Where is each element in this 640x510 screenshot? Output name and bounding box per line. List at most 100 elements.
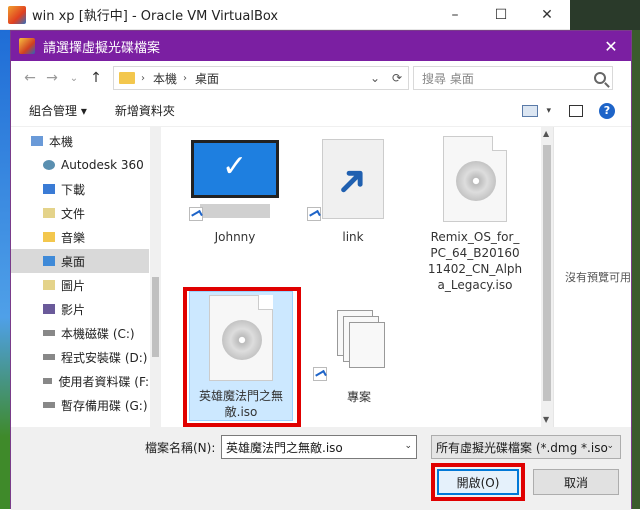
recent-locations-chevron-icon[interactable]: ⌄ (63, 67, 85, 89)
nav-item-downloads[interactable]: 下載 (11, 177, 149, 201)
address-dropdown-icon[interactable]: ⌄ (364, 67, 386, 89)
forward-arrow-icon[interactable]: → (41, 67, 63, 89)
nav-item-drive-g[interactable]: 暫存備用碟 (G:) (11, 393, 149, 417)
nav-item-documents[interactable]: 文件 (11, 201, 149, 225)
nav-item-label: 圖片 (61, 278, 86, 293)
shortcut-overlay-icon (189, 207, 203, 221)
nav-item-label: 使用者資料碟 (F: (58, 374, 149, 389)
up-arrow-icon[interactable]: ↑ (85, 67, 107, 89)
back-arrow-icon[interactable]: ← (19, 67, 41, 89)
no-preview-text: 沒有預覽可用 (565, 271, 631, 284)
nav-item-label: 文件 (61, 206, 86, 221)
view-mode-icon[interactable] (522, 104, 539, 117)
files-scrollbar-thumb[interactable] (543, 145, 551, 401)
shortcut-icon: ➜ (322, 139, 384, 219)
address-bar[interactable]: › 本機 › 桌面 ⌄ ⟳ (113, 66, 409, 90)
organize-menu[interactable]: 組合管理 ▾ (29, 102, 87, 119)
filetype-select[interactable]: 所有虛擬光碟檔案 (*.dmg *.iso ⌄ (431, 435, 621, 459)
shortcut-overlay-icon (307, 207, 321, 221)
folder-icon (119, 72, 135, 84)
refresh-icon[interactable]: ⟳ (386, 67, 408, 89)
file-item-project[interactable]: 專案 (307, 293, 411, 405)
nav-item-label: 桌面 (61, 254, 86, 269)
download-icon (43, 184, 55, 194)
open-file-dialog: 請選擇虛擬光碟檔案 ✕ ← → ⌄ ↑ › 本機 › 桌面 ⌄ ⟳ 搜尋 桌面 … (10, 30, 632, 510)
highlight-frame (431, 463, 525, 501)
search-input[interactable]: 搜尋 桌面 (413, 66, 613, 90)
filename-label: 檔案名稱(N): (145, 441, 216, 455)
nav-item-label: 音樂 (61, 230, 86, 245)
filename-dropdown-icon[interactable]: ⌄ (404, 441, 412, 451)
help-icon[interactable]: ? (599, 102, 615, 119)
nav-item-drive-d[interactable]: 程式安裝碟 (D:) (11, 345, 149, 369)
cancel-button-label: 取消 (563, 475, 588, 490)
close-button[interactable]: ✕ (524, 0, 570, 30)
nav-scrollbar-thumb[interactable] (152, 277, 159, 357)
cloud-icon (43, 160, 55, 170)
search-placeholder: 搜尋 桌面 (422, 71, 474, 86)
dialog-title: 請選擇虛擬光碟檔案 (43, 40, 161, 56)
nav-item-drive-c[interactable]: 本機磁碟 (C:) (11, 321, 149, 345)
filename-value: 英雄魔法門之無敵.iso (226, 440, 343, 455)
vbox-titlebar: win xp [執行中] - Oracle VM VirtualBox – ☐ … (0, 0, 640, 30)
nav-item-label: 本機 (49, 134, 74, 149)
minimize-button[interactable]: – (432, 0, 478, 30)
file-label: Johnny (214, 230, 256, 244)
scroll-up-icon[interactable]: ▲ (543, 129, 551, 138)
files-pane: Johnny ➜ link Remix_OS_for_PC_64_B201601… (161, 127, 551, 427)
address-row: ← → ⌄ ↑ › 本機 › 桌面 ⌄ ⟳ 搜尋 桌面 (11, 61, 631, 95)
filetype-dropdown-icon: ⌄ (606, 441, 614, 451)
file-item-johnny[interactable]: Johnny (183, 133, 287, 245)
cancel-button[interactable]: 取消 (533, 469, 619, 495)
filetype-value: 所有虛擬光碟檔案 (*.dmg *.iso (436, 440, 608, 455)
highlight-frame (183, 287, 301, 427)
nav-item-drive-f[interactable]: 使用者資料碟 (F: (11, 369, 149, 393)
nav-item-label: Autodesk 360 (61, 158, 144, 172)
nav-item-autodesk-360[interactable]: Autodesk 360 (11, 153, 149, 177)
document-icon (43, 208, 55, 218)
nav-scrollbar[interactable] (150, 127, 161, 427)
search-icon (594, 72, 606, 84)
video-icon (43, 304, 55, 314)
dialog-close-button[interactable]: ✕ (591, 31, 631, 61)
navigation-pane: 本機 Autodesk 360 下載 文件 音樂 桌面 圖片 影片 本機磁碟 (… (11, 127, 161, 427)
keyboard-icon (200, 204, 270, 218)
monitor-icon (191, 140, 279, 198)
dialog-main: 本機 Autodesk 360 下載 文件 音樂 桌面 圖片 影片 本機磁碟 (… (11, 127, 631, 427)
breadcrumb-this-pc[interactable]: 本機 (153, 70, 177, 87)
host-desktop-edge (632, 30, 640, 509)
disc-image-icon (443, 136, 507, 222)
folder-stack-icon (329, 304, 389, 374)
breadcrumb-desktop[interactable]: 桌面 (195, 70, 219, 87)
nav-item-label: 本機磁碟 (C:) (61, 326, 135, 341)
nav-item-this-pc[interactable]: 本機 (11, 129, 149, 153)
drive-icon (43, 330, 55, 336)
drive-icon (43, 402, 55, 408)
new-folder-button[interactable]: 新增資料夾 (115, 102, 175, 119)
dialog-titlebar: 請選擇虛擬光碟檔案 ✕ (11, 31, 631, 61)
file-item-link[interactable]: ➜ link (301, 133, 405, 245)
guest-desktop-edge (0, 30, 10, 509)
preview-pane: 沒有預覽可用 (553, 127, 631, 427)
nav-item-music[interactable]: 音樂 (11, 225, 149, 249)
arrow-icon: ➜ (323, 152, 380, 210)
chevron-right-icon: › (183, 72, 188, 84)
file-item-remix-os-iso[interactable]: Remix_OS_for_PC_64_B2016011402_CN_Alpha_… (423, 133, 527, 293)
filename-input[interactable]: 英雄魔法門之無敵.iso ⌄ (221, 435, 417, 459)
view-options-chevron-icon[interactable]: ▾ (546, 106, 551, 116)
preview-pane-icon[interactable] (569, 104, 583, 117)
maximize-button[interactable]: ☐ (478, 0, 524, 30)
nav-item-pictures[interactable]: 圖片 (11, 273, 149, 297)
nav-item-label: 下載 (61, 182, 86, 197)
nav-item-desktop[interactable]: 桌面 (11, 249, 149, 273)
dialog-app-icon (19, 38, 35, 54)
picture-icon (43, 280, 55, 290)
nav-item-videos[interactable]: 影片 (11, 297, 149, 321)
window-controls: – ☐ ✕ (432, 0, 570, 30)
shortcut-overlay-icon (313, 367, 327, 381)
desktop-icon (43, 256, 55, 266)
files-scrollbar[interactable]: ▲ ▼ (541, 127, 553, 427)
scroll-down-icon[interactable]: ▼ (543, 415, 551, 424)
nav-item-label: 影片 (61, 302, 86, 317)
dialog-toolbar: 組合管理 ▾ 新增資料夾 ▾ ? (11, 95, 631, 127)
